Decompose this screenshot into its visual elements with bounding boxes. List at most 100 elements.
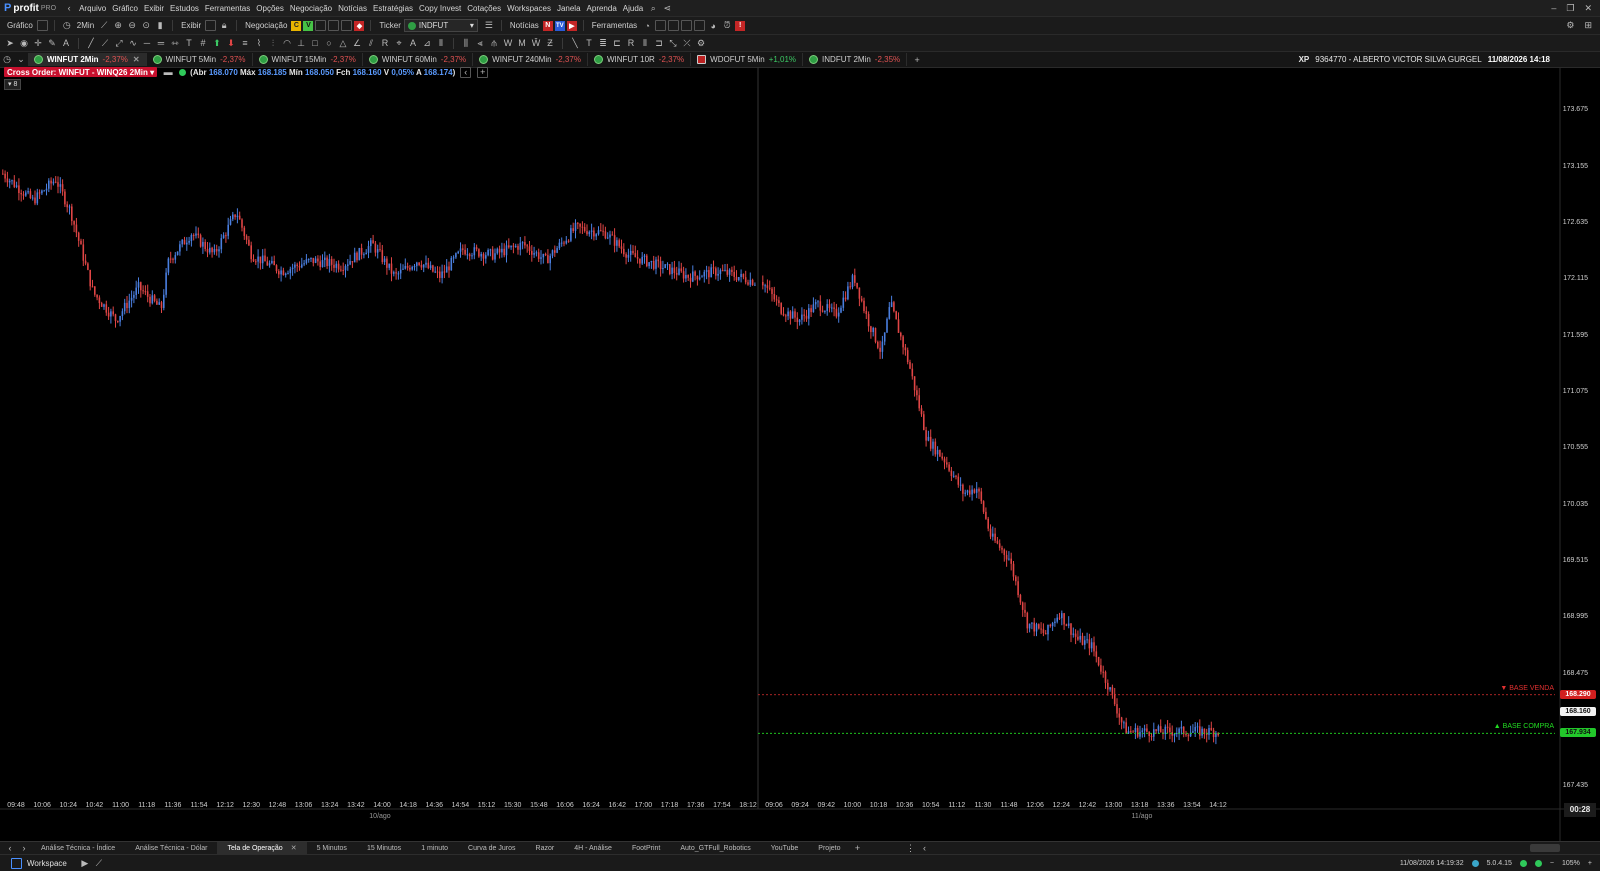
pin-icon[interactable]: ⊞ (1584, 20, 1592, 31)
tab-15-minutos[interactable]: 15 Minutos (357, 842, 411, 854)
bar-chart-icon[interactable]: ▮ (154, 20, 166, 32)
hashtag-icon[interactable]: # (197, 37, 209, 49)
tab-winfut-240min[interactable]: WINFUT 240Min -2,37% (473, 53, 588, 66)
alert-icon[interactable]: ! (735, 20, 746, 31)
tab-winfut-60min[interactable]: WINFUT 60Min -2,37% (363, 53, 474, 66)
wave2-icon[interactable]: Ŵ (530, 37, 542, 49)
tool-calculator-icon[interactable] (694, 20, 706, 31)
tab-indfut-2min[interactable]: INDFUT 2Min -2,35% (803, 53, 908, 66)
fib-time-icon[interactable]: ⫶ (267, 37, 279, 49)
menu-noticias[interactable]: Notícias (335, 4, 370, 13)
minimize-icon[interactable]: – (1551, 3, 1556, 14)
tab-wdofut-5min[interactable]: WDOFUT 5Min +1,01% (691, 53, 804, 66)
menu-negociacao[interactable]: Negociação (287, 4, 335, 13)
tab-4h-analise[interactable]: 4H - Análise (564, 842, 622, 854)
regression-icon[interactable]: ⫽ (365, 37, 377, 49)
tv-icon[interactable]: TV (554, 20, 565, 31)
chat-icon[interactable]: ◕ (707, 20, 719, 32)
menu-workspaces[interactable]: Workspaces (504, 4, 554, 13)
tool-calendar-icon[interactable] (681, 20, 693, 31)
delete-tools-icon[interactable]: ⤫ (681, 37, 693, 49)
r-tool-icon[interactable]: R (379, 37, 391, 49)
crosshair-icon[interactable]: ✛ (32, 37, 44, 49)
arrow-up-icon[interactable]: ⬆ (211, 37, 223, 49)
expand-icon[interactable]: ⤡ (667, 37, 679, 49)
news-icon[interactable]: N (542, 20, 553, 31)
tab-curva-juros[interactable]: Curva de Juros (458, 842, 525, 854)
circle-icon[interactable]: ○ (323, 37, 335, 49)
bracket-icon[interactable]: ⊐ (653, 37, 665, 49)
tab-razor[interactable]: Razor (526, 842, 565, 854)
tab-5-minutos[interactable]: 5 Minutos (307, 842, 357, 854)
chevron-down-icon[interactable]: ⌄ (15, 54, 27, 66)
add-tab-icon[interactable]: + (851, 842, 863, 854)
order-book-icon[interactable] (315, 20, 327, 31)
trend-line-icon[interactable]: ╱ (85, 37, 97, 49)
close-icon[interactable]: ✕ (1584, 3, 1592, 14)
line-chart-icon[interactable]: ⟋ (98, 20, 110, 32)
menu-opcoes[interactable]: Opções (253, 4, 287, 13)
elliott-icon[interactable]: W (502, 37, 514, 49)
chevron-right-icon[interactable]: › (18, 842, 30, 854)
maximize-icon[interactable]: ❐ (1566, 3, 1574, 14)
menu-estudos[interactable]: Estudos (167, 4, 202, 13)
price-range-icon[interactable]: ⇿ (169, 37, 181, 49)
tool-table-icon[interactable] (668, 20, 680, 31)
arrow-down-icon[interactable]: ⬇ (225, 37, 237, 49)
alarm-icon[interactable]: ⏰︎ (721, 20, 733, 32)
menu-cotacoes[interactable]: Cotações (464, 4, 504, 13)
fib-ext-icon[interactable]: ⊥ (295, 37, 307, 49)
chart-icon[interactable]: ⟋ (93, 857, 105, 869)
tab-winfut-10r[interactable]: WINFUT 10R -2,37% (588, 53, 692, 66)
ticker-input[interactable]: INDFUT ▾ (403, 19, 478, 32)
text-box-icon[interactable]: A (60, 37, 72, 49)
bars-pattern-icon[interactable]: ⦀ (435, 37, 447, 49)
tab-projeto[interactable]: Projeto (808, 842, 850, 854)
triangle-icon[interactable]: △ (337, 37, 349, 49)
positions-icon[interactable] (328, 20, 340, 31)
text-tool-icon[interactable]: T (183, 37, 195, 49)
cross-order-badge[interactable]: Cross Order: WINFUT - WINQ26 2Min ▾ (4, 67, 158, 77)
line-style-icon[interactable]: ╲ (569, 37, 581, 49)
magnet-icon[interactable]: R (625, 37, 637, 49)
columns-icon[interactable]: ⦀ (639, 37, 651, 49)
chevron-left-icon[interactable]: ‹ (63, 2, 75, 14)
menu-ferramentas[interactable]: Ferramentas (202, 4, 253, 13)
menu-aprenda[interactable]: Aprenda (584, 4, 620, 13)
menu-ajuda[interactable]: Ajuda (620, 4, 646, 13)
line-width-icon[interactable]: ≣ (597, 37, 609, 49)
add-study-icon[interactable]: + (477, 66, 489, 78)
close-icon[interactable]: ✕ (133, 55, 140, 64)
fib-arc-icon[interactable]: ◠ (281, 37, 293, 49)
zigzag-icon[interactable]: ∿ (127, 37, 139, 49)
chart-type-icon[interactable] (36, 20, 48, 31)
settings-tools-icon[interactable]: ⚙ (695, 37, 707, 49)
study-counter[interactable]: ▾ 8 (4, 79, 22, 90)
a-tool-icon[interactable]: A (407, 37, 419, 49)
pitchfork-icon[interactable]: ⫛ (488, 37, 500, 49)
zoom-out-icon[interactable]: − (1550, 860, 1554, 867)
menu-estrategias[interactable]: Estratégias (370, 4, 416, 13)
wave3-icon[interactable]: Ƶ (544, 37, 556, 49)
fibonacci-icon[interactable]: ≡ (239, 37, 251, 49)
buy-c-icon[interactable]: C (291, 20, 302, 31)
gear-icon[interactable]: ⚙ (1566, 20, 1574, 31)
tab-youtube[interactable]: YouTube (761, 842, 809, 854)
zoom-out-icon[interactable]: ⊖ (126, 20, 138, 32)
tab-auto-gtfull[interactable]: Auto_GTFull_Robotics (670, 842, 760, 854)
add-tab-icon[interactable]: + (911, 54, 923, 66)
list-icon[interactable]: ☰ (483, 20, 495, 32)
workspace-button[interactable]: Workspace (0, 857, 67, 869)
wave-icon[interactable]: M (516, 37, 528, 49)
menu-janela[interactable]: Janela (554, 4, 584, 13)
tab-tela-operacao[interactable]: Tela de Operação ✕ (217, 842, 307, 854)
gann-icon[interactable]: ⊿ (421, 37, 433, 49)
tool-grid-icon[interactable] (655, 20, 667, 31)
text-style-icon[interactable]: T (583, 37, 595, 49)
eye-icon[interactable]: ◉ (18, 37, 30, 49)
cursor-icon[interactable]: ➤ (4, 37, 16, 49)
chevron-left-icon[interactable]: ‹ (4, 842, 16, 854)
tab-winfut-15min[interactable]: WINFUT 15Min -2,37% (253, 53, 363, 66)
timeframe-selector[interactable]: 2Min (74, 21, 97, 30)
horizontal-line-icon[interactable]: ─ (141, 37, 153, 49)
